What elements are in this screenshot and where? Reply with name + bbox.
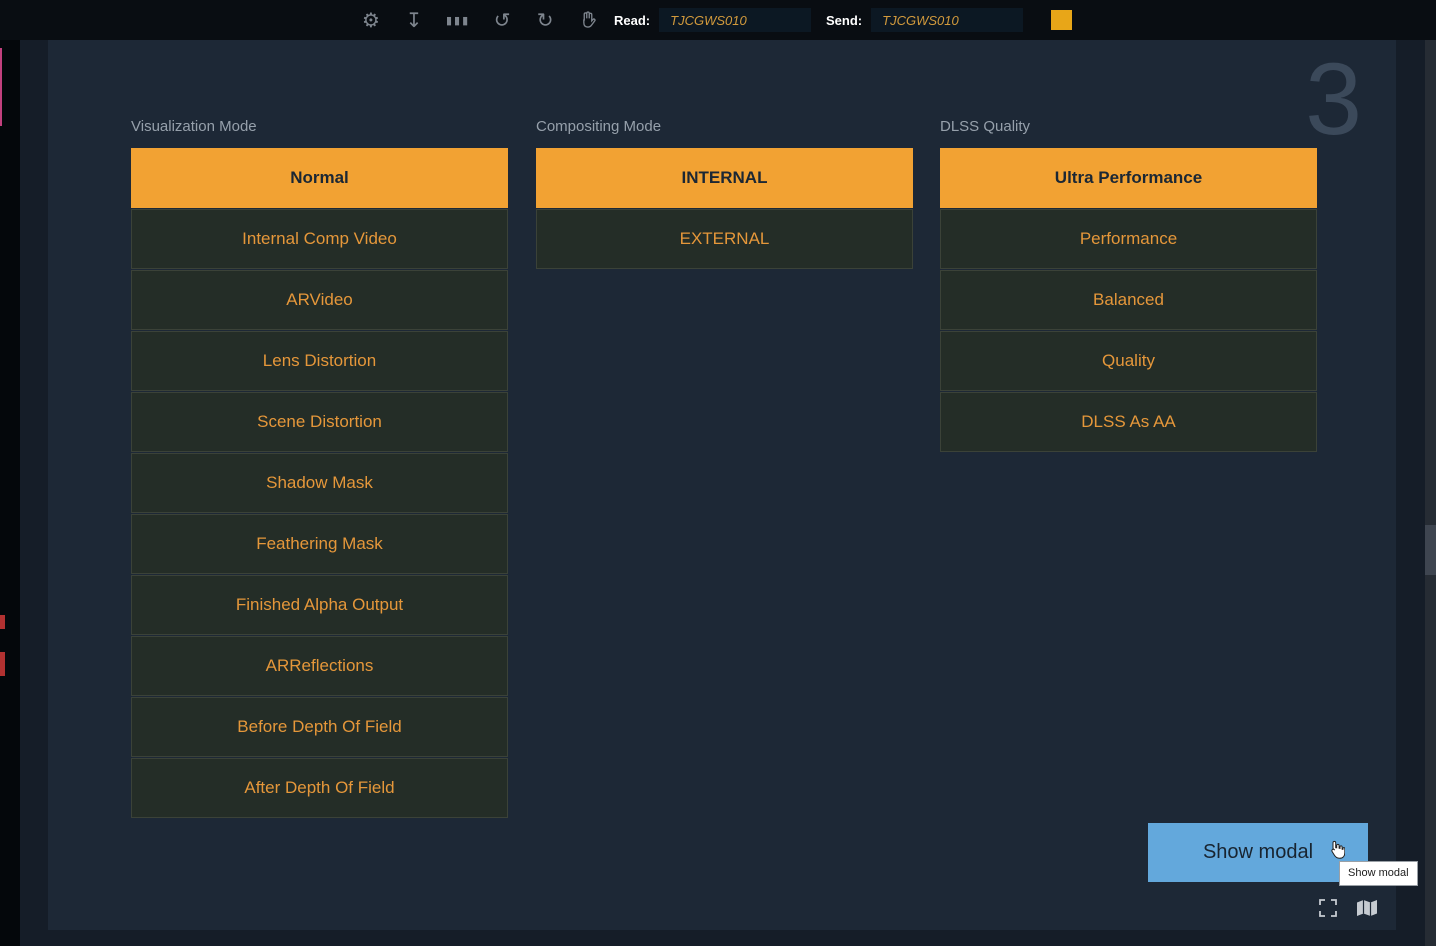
group-visualization-mode: Visualization Mode NormalInternal Comp Vi… xyxy=(131,118,508,819)
right-scrollbar xyxy=(1425,40,1436,946)
group-label: DLSS Quality xyxy=(940,118,1317,135)
show-modal-button[interactable]: Show modal xyxy=(1148,823,1368,882)
option-finished-alpha-output[interactable]: Finished Alpha Output xyxy=(131,575,508,635)
option-arvideo[interactable]: ARVideo xyxy=(131,270,508,330)
option-external[interactable]: EXTERNAL xyxy=(536,209,913,269)
option-arreflections[interactable]: ARReflections xyxy=(131,636,508,696)
option-internal-comp-video[interactable]: Internal Comp Video xyxy=(131,209,508,269)
top-toolbar: ⚙ ↧ ▮▮▮ ↺ ↻ Read: Send: xyxy=(0,0,1436,40)
scrollbar-thumb[interactable] xyxy=(1425,525,1436,575)
hand-icon[interactable] xyxy=(577,10,599,30)
option-feathering-mask[interactable]: Feathering Mask xyxy=(131,514,508,574)
option-dlss-as-aa[interactable]: DLSS As AA xyxy=(940,392,1317,452)
timeline-marker xyxy=(0,48,2,126)
option-after-depth-of-field[interactable]: After Depth Of Field xyxy=(131,758,508,818)
option-scene-distortion[interactable]: Scene Distortion xyxy=(131,392,508,452)
group-label: Visualization Mode xyxy=(131,118,508,135)
toolbar-icons: ⚙ ↧ ▮▮▮ ↺ ↻ xyxy=(360,0,599,40)
tooltip: Show modal xyxy=(1339,861,1418,886)
send-label: Send: xyxy=(826,13,862,28)
columns-icon[interactable]: ▮▮▮ xyxy=(446,15,470,26)
main-panel: 3 Visualization ModeNormalInternal Comp … xyxy=(48,40,1396,930)
read-label: Read: xyxy=(614,13,650,28)
gear-icon[interactable]: ⚙ xyxy=(360,10,382,30)
group-compositing-mode: Compositing Mode INTERNALEXTERNAL xyxy=(536,118,913,270)
read-field-group: Read: xyxy=(614,8,811,32)
option-ultra-performance[interactable]: Ultra Performance xyxy=(940,148,1317,208)
fullscreen-icon[interactable] xyxy=(1318,898,1338,918)
timeline-marker xyxy=(0,652,5,676)
history-icon[interactable]: ↺ xyxy=(491,10,513,30)
option-performance[interactable]: Performance xyxy=(940,209,1317,269)
option-balanced[interactable]: Balanced xyxy=(940,270,1317,330)
send-input[interactable] xyxy=(871,8,1023,32)
status-indicator xyxy=(1051,10,1072,30)
option-lens-distortion[interactable]: Lens Distortion xyxy=(131,331,508,391)
refresh-icon[interactable]: ↻ xyxy=(534,10,556,30)
group-label: Compositing Mode xyxy=(536,118,913,135)
option-shadow-mask[interactable]: Shadow Mask xyxy=(131,453,508,513)
left-edge-strip xyxy=(0,40,20,946)
option-quality[interactable]: Quality xyxy=(940,331,1317,391)
download-icon[interactable]: ↧ xyxy=(403,10,425,30)
map-icon[interactable] xyxy=(1356,899,1378,917)
group-dlss-quality: DLSS Quality Ultra PerformancePerformance… xyxy=(940,118,1317,453)
timeline-marker xyxy=(0,615,5,629)
read-input[interactable] xyxy=(659,8,811,32)
send-field-group: Send: xyxy=(826,8,1023,32)
option-internal[interactable]: INTERNAL xyxy=(536,148,913,208)
option-before-depth-of-field[interactable]: Before Depth Of Field xyxy=(131,697,508,757)
corner-controls xyxy=(1318,898,1378,918)
option-normal[interactable]: Normal xyxy=(131,148,508,208)
